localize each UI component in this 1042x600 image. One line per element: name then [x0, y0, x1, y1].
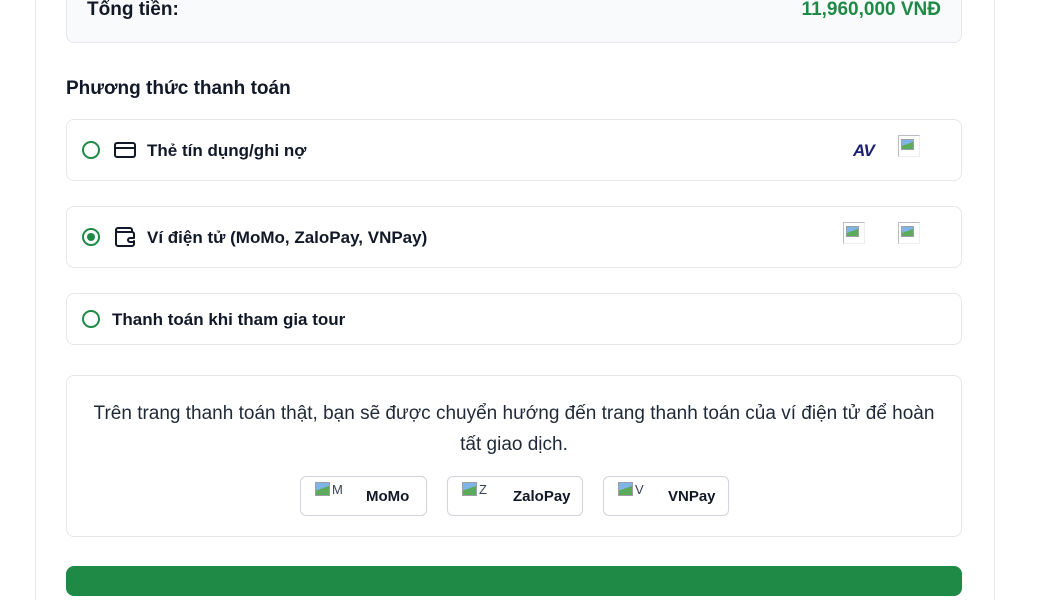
- ewallet-info-box: Trên trang thanh toán thật, bạn sẽ được …: [66, 375, 962, 537]
- payment-option-card[interactable]: Thẻ tín dụng/ghi nợ AV: [66, 119, 962, 181]
- submit-payment-button[interactable]: [66, 566, 962, 596]
- pay-on-tour-radio[interactable]: [82, 310, 100, 328]
- vnpay-logo-image: V: [618, 482, 650, 502]
- ewallet-radio[interactable]: [82, 228, 100, 246]
- total-label: Tổng tiền:: [87, 0, 179, 20]
- credit-card-icon: [113, 138, 137, 162]
- wallet-icon: [113, 225, 137, 249]
- payment-method-title: Phương thức thanh toán: [66, 78, 291, 99]
- total-value: 11,960,000 VNĐ: [801, 0, 941, 20]
- momo-button-label: MoMo: [366, 488, 410, 505]
- payment-option-pay-on-tour[interactable]: Thanh toán khi tham gia tour: [66, 293, 962, 345]
- card-label: Thẻ tín dụng/ghi nợ: [147, 141, 307, 160]
- vnpay-button[interactable]: V VNPay: [603, 476, 729, 516]
- total-summary: Tổng tiền: 11,960,000 VNĐ: [66, 0, 962, 43]
- zalopay-logo-image: [898, 222, 920, 244]
- momo-button[interactable]: M MoMo: [300, 476, 427, 516]
- vnpay-button-label: VNPay: [668, 488, 716, 505]
- momo-logo-image: M: [315, 482, 347, 502]
- momo-logo-image: [843, 222, 865, 244]
- ewallet-label: Ví điện tử (MoMo, ZaloPay, VNPay): [147, 228, 428, 247]
- card-radio[interactable]: [82, 141, 100, 159]
- zalopay-button-label: ZaloPay: [513, 488, 571, 505]
- ewallet-info-text: Trên trang thanh toán thật, bạn sẽ được …: [93, 403, 935, 455]
- visa-logo: AV: [853, 141, 875, 160]
- zalopay-logo-image: Z: [462, 482, 494, 502]
- pay-on-tour-label: Thanh toán khi tham gia tour: [112, 310, 346, 329]
- payment-option-ewallet[interactable]: Ví điện tử (MoMo, ZaloPay, VNPay): [66, 206, 962, 268]
- mastercard-logo-image: [898, 135, 920, 157]
- zalopay-button[interactable]: Z ZaloPay: [447, 476, 583, 516]
